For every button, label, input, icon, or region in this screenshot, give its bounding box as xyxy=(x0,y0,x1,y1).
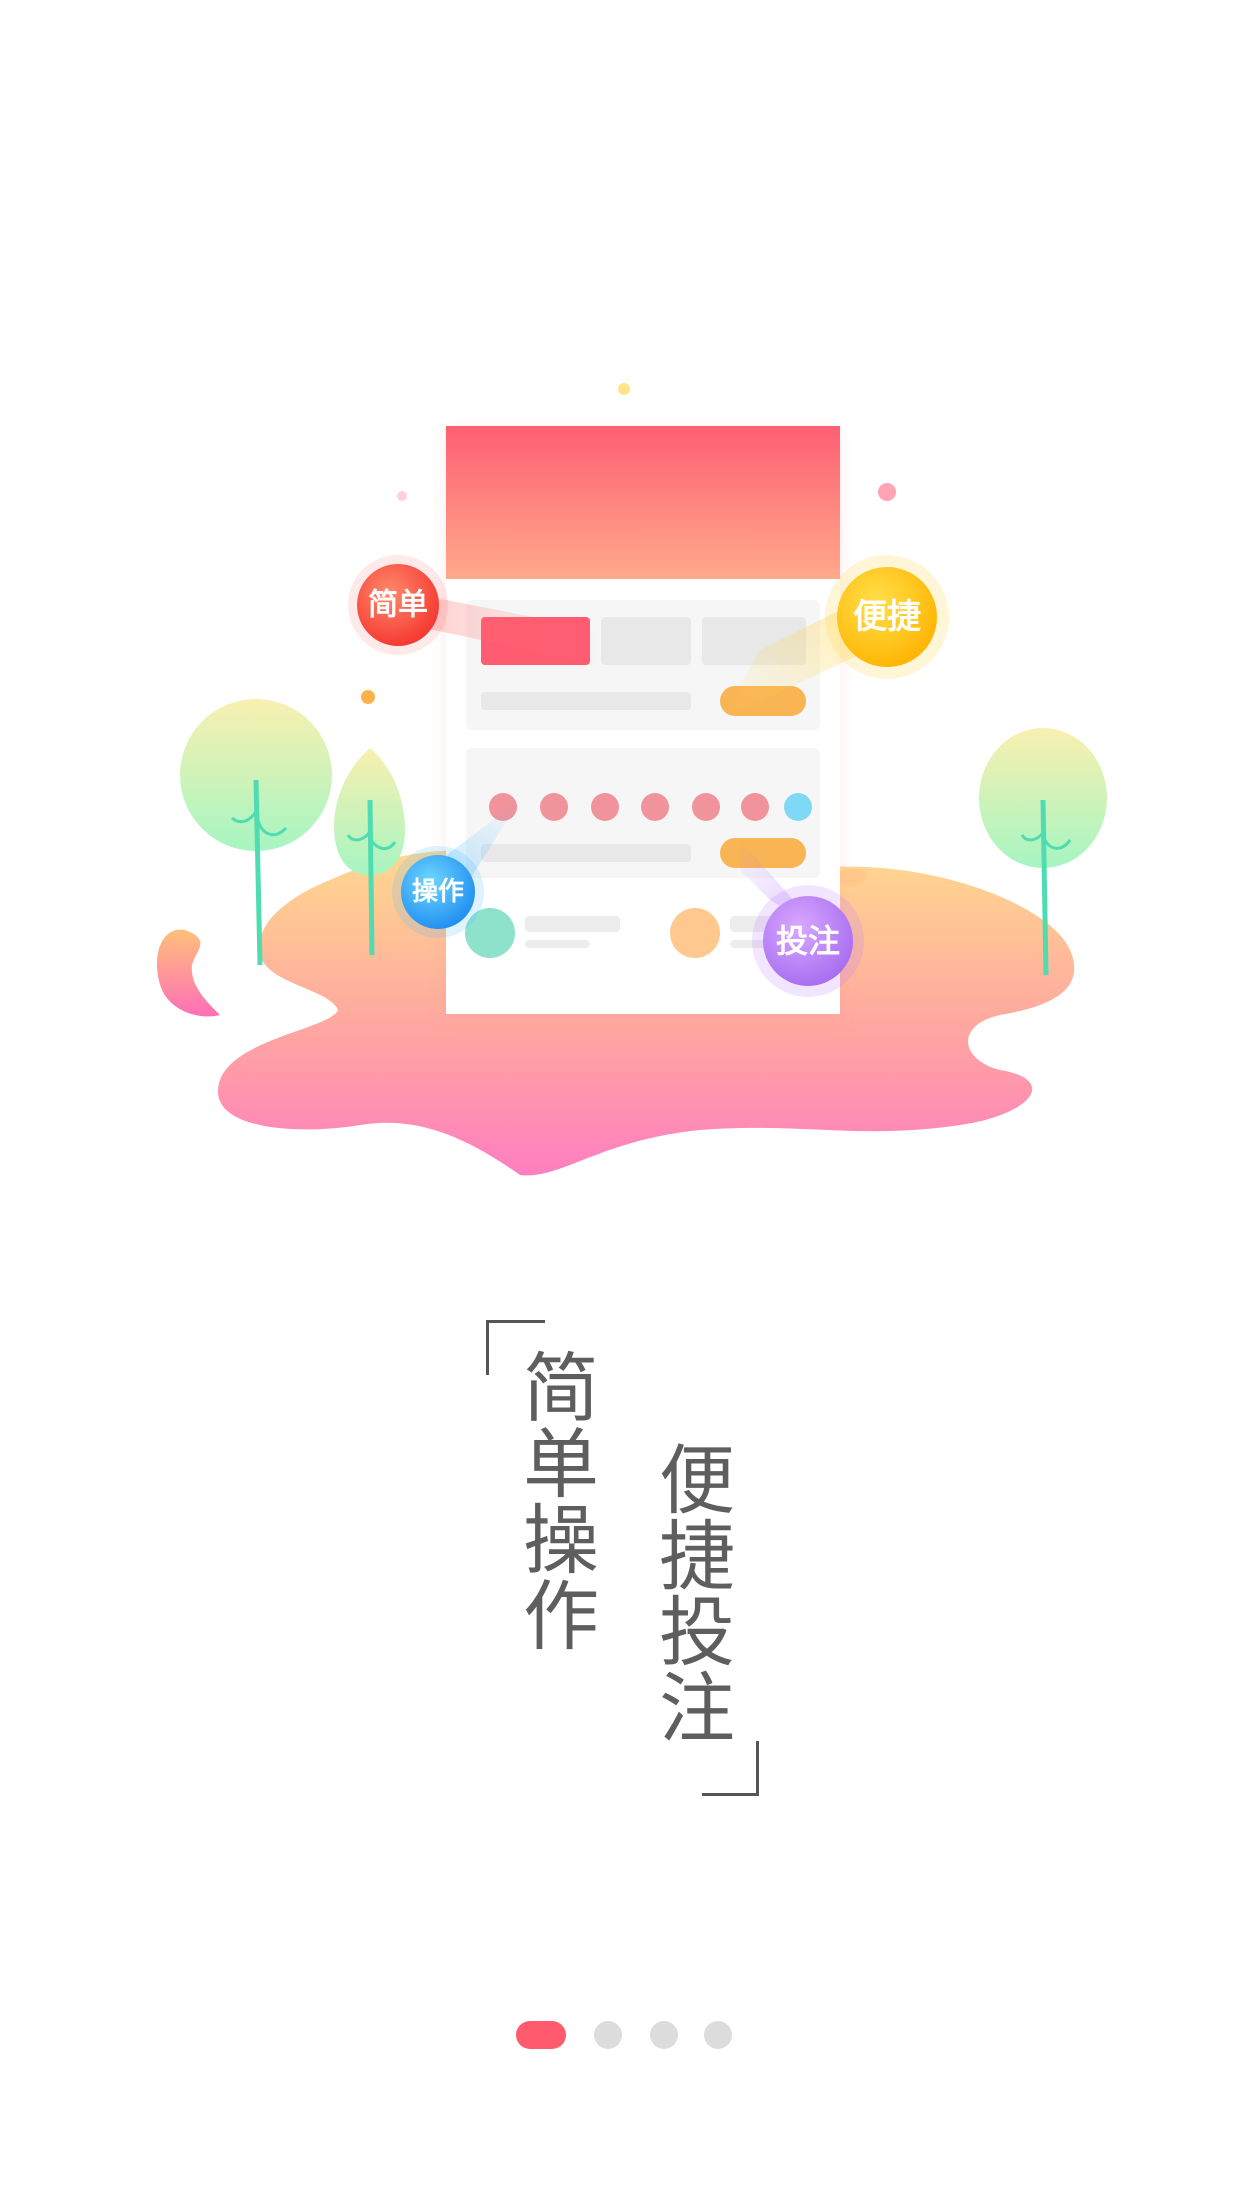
badge-convenient: 便捷 xyxy=(825,555,949,679)
mockup-number-ball xyxy=(741,793,769,821)
quote-bracket-open xyxy=(486,1320,545,1375)
page-dot-3[interactable] xyxy=(650,2021,678,2049)
page-dot-4[interactable] xyxy=(704,2021,732,2049)
drop-shape xyxy=(156,929,220,1017)
slogan-line-2: 便捷投注 xyxy=(646,1440,735,1744)
quote-bracket-close xyxy=(702,1741,759,1796)
badge-operate: 操作 xyxy=(392,846,484,938)
page-dot-2[interactable] xyxy=(594,2021,622,2049)
mockup-header xyxy=(446,426,840,579)
sparkle-dot xyxy=(878,483,896,501)
onboarding-illustration: 简单 便捷 操作 投注 xyxy=(156,383,1107,1176)
svg-text:简单: 简单 xyxy=(368,588,428,623)
mockup-number-ball xyxy=(641,793,669,821)
page-indicator xyxy=(0,2014,1242,2054)
mockup-number-ball xyxy=(784,793,812,821)
mockup-number-ball xyxy=(540,793,568,821)
sparkle-dot xyxy=(618,383,630,395)
mockup-avatar xyxy=(670,908,720,958)
svg-text:投注: 投注 xyxy=(776,922,840,960)
badge-simple: 简单 xyxy=(348,555,448,655)
sparkle-dot xyxy=(397,491,407,501)
mockup-pill xyxy=(720,838,806,868)
page-dot-1[interactable] xyxy=(516,2021,566,2049)
mockup-number-ball xyxy=(692,793,720,821)
sparkle-dot xyxy=(361,690,375,704)
mockup-tab xyxy=(601,617,691,665)
badge-bet: 投注 xyxy=(752,885,864,997)
mockup-line xyxy=(481,692,691,710)
slogan-line-1: 简单操作 xyxy=(510,1348,599,1652)
svg-text:便捷: 便捷 xyxy=(853,597,921,637)
mockup-line xyxy=(481,844,691,862)
tree-right-trunk xyxy=(1040,799,1049,976)
tree-mid-trunk xyxy=(367,799,375,956)
svg-text:操作: 操作 xyxy=(412,877,464,907)
mockup-number-ball xyxy=(591,793,619,821)
